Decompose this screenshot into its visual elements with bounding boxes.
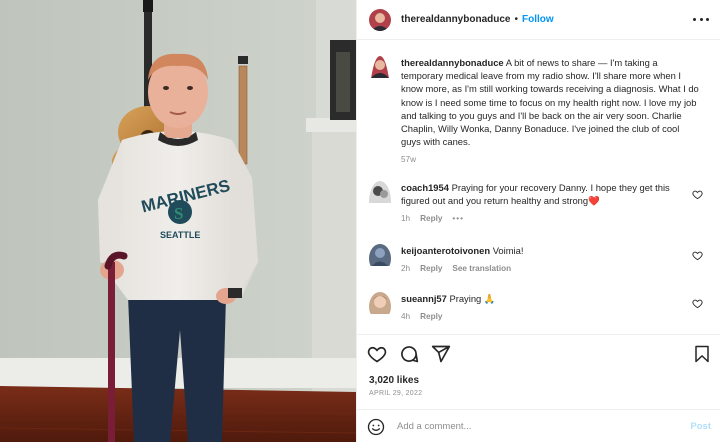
- comment-like-heart-icon[interactable]: [692, 298, 703, 309]
- comment-icon[interactable]: [399, 344, 419, 364]
- comment-item: keijoanterotoivonen Voimia! 2h Reply See…: [369, 244, 709, 273]
- comment-more-icon[interactable]: •••: [452, 214, 464, 223]
- photo-illustration: MARINERS S SEATTLE: [0, 0, 356, 442]
- comment-item: sueannj57 Praying 🙏 4h Reply: [369, 292, 709, 321]
- comment-username[interactable]: coach1954: [401, 182, 449, 193]
- baseboard: [0, 358, 356, 388]
- post-photo: MARINERS S SEATTLE: [0, 0, 356, 442]
- share-icon[interactable]: [431, 344, 451, 364]
- comment-text: coach1954 Praying for your recovery Dann…: [401, 181, 699, 207]
- reply-button[interactable]: Reply: [420, 312, 442, 321]
- comment-time[interactable]: 2h: [401, 264, 410, 273]
- post-comment-button[interactable]: Post: [690, 421, 711, 432]
- comment-avatar[interactable]: [369, 244, 391, 273]
- praying-hands-emoji: 🙏: [483, 293, 496, 304]
- caption-time[interactable]: 57w: [401, 155, 416, 164]
- add-comment-bar: Post: [357, 409, 720, 442]
- comment-item: coach1954 Praying for your recovery Dann…: [369, 181, 709, 223]
- red-heart-emoji: ❤️: [588, 195, 600, 207]
- post-actions: 3,020 likes APRIL 29, 2022 Post: [357, 334, 720, 442]
- comment-like-heart-icon[interactable]: [692, 189, 703, 200]
- electric-guitar: [238, 52, 248, 165]
- likes-count[interactable]: 3,020 likes: [369, 375, 419, 386]
- post-header: therealdannybonaduce • Follow: [357, 0, 720, 40]
- author-username[interactable]: therealdannybonaduce: [401, 14, 510, 25]
- author-avatar[interactable]: [369, 8, 391, 31]
- floor: [0, 386, 356, 442]
- caption-avatar[interactable]: [369, 56, 391, 164]
- comment-like-heart-icon[interactable]: [692, 250, 703, 261]
- post-side-panel: therealdannybonaduce • Follow therealdan…: [356, 0, 720, 442]
- reply-button[interactable]: Reply: [420, 214, 442, 223]
- caption-text: therealdannybonaduce A bit of news to sh…: [401, 56, 699, 148]
- avatar-image: [369, 8, 391, 31]
- follow-button[interactable]: Follow: [522, 14, 554, 25]
- comment-text: sueannj57 Praying 🙏: [401, 292, 699, 305]
- comment-username[interactable]: keijoanterotoivonen: [401, 245, 490, 256]
- comment-avatar[interactable]: [369, 292, 391, 321]
- cane: [108, 262, 115, 442]
- comment-text: keijoanterotoivonen Voimia!: [401, 244, 699, 257]
- emoji-icon[interactable]: [367, 418, 385, 436]
- comment-body: Praying: [449, 293, 482, 304]
- shelf-top: [306, 118, 356, 132]
- comment-username[interactable]: sueannj57: [401, 293, 447, 304]
- more-icon[interactable]: [693, 12, 709, 26]
- comment-time[interactable]: 1h: [401, 214, 410, 223]
- comment-avatar[interactable]: [369, 181, 391, 223]
- caption-body: A bit of news to share — I'm taking a te…: [401, 57, 699, 148]
- shirt-letter: S: [174, 204, 183, 223]
- caption-item: therealdannybonaduce A bit of news to sh…: [369, 56, 709, 164]
- comment-time[interactable]: 4h: [401, 312, 410, 321]
- shirt-text-bottom: SEATTLE: [160, 230, 200, 240]
- caption-username[interactable]: therealdannybonaduce: [401, 57, 504, 68]
- comments-list: therealdannybonaduce A bit of news to sh…: [357, 48, 720, 334]
- bookmark-icon[interactable]: [693, 344, 711, 364]
- reply-button[interactable]: Reply: [420, 264, 442, 273]
- post-date[interactable]: APRIL 29, 2022: [369, 390, 422, 397]
- separator-dot: •: [514, 14, 518, 25]
- see-translation-button[interactable]: See translation: [452, 264, 511, 273]
- comment-body: Voimia!: [492, 245, 524, 256]
- heart-icon[interactable]: [367, 344, 387, 364]
- add-comment-input[interactable]: [397, 421, 667, 432]
